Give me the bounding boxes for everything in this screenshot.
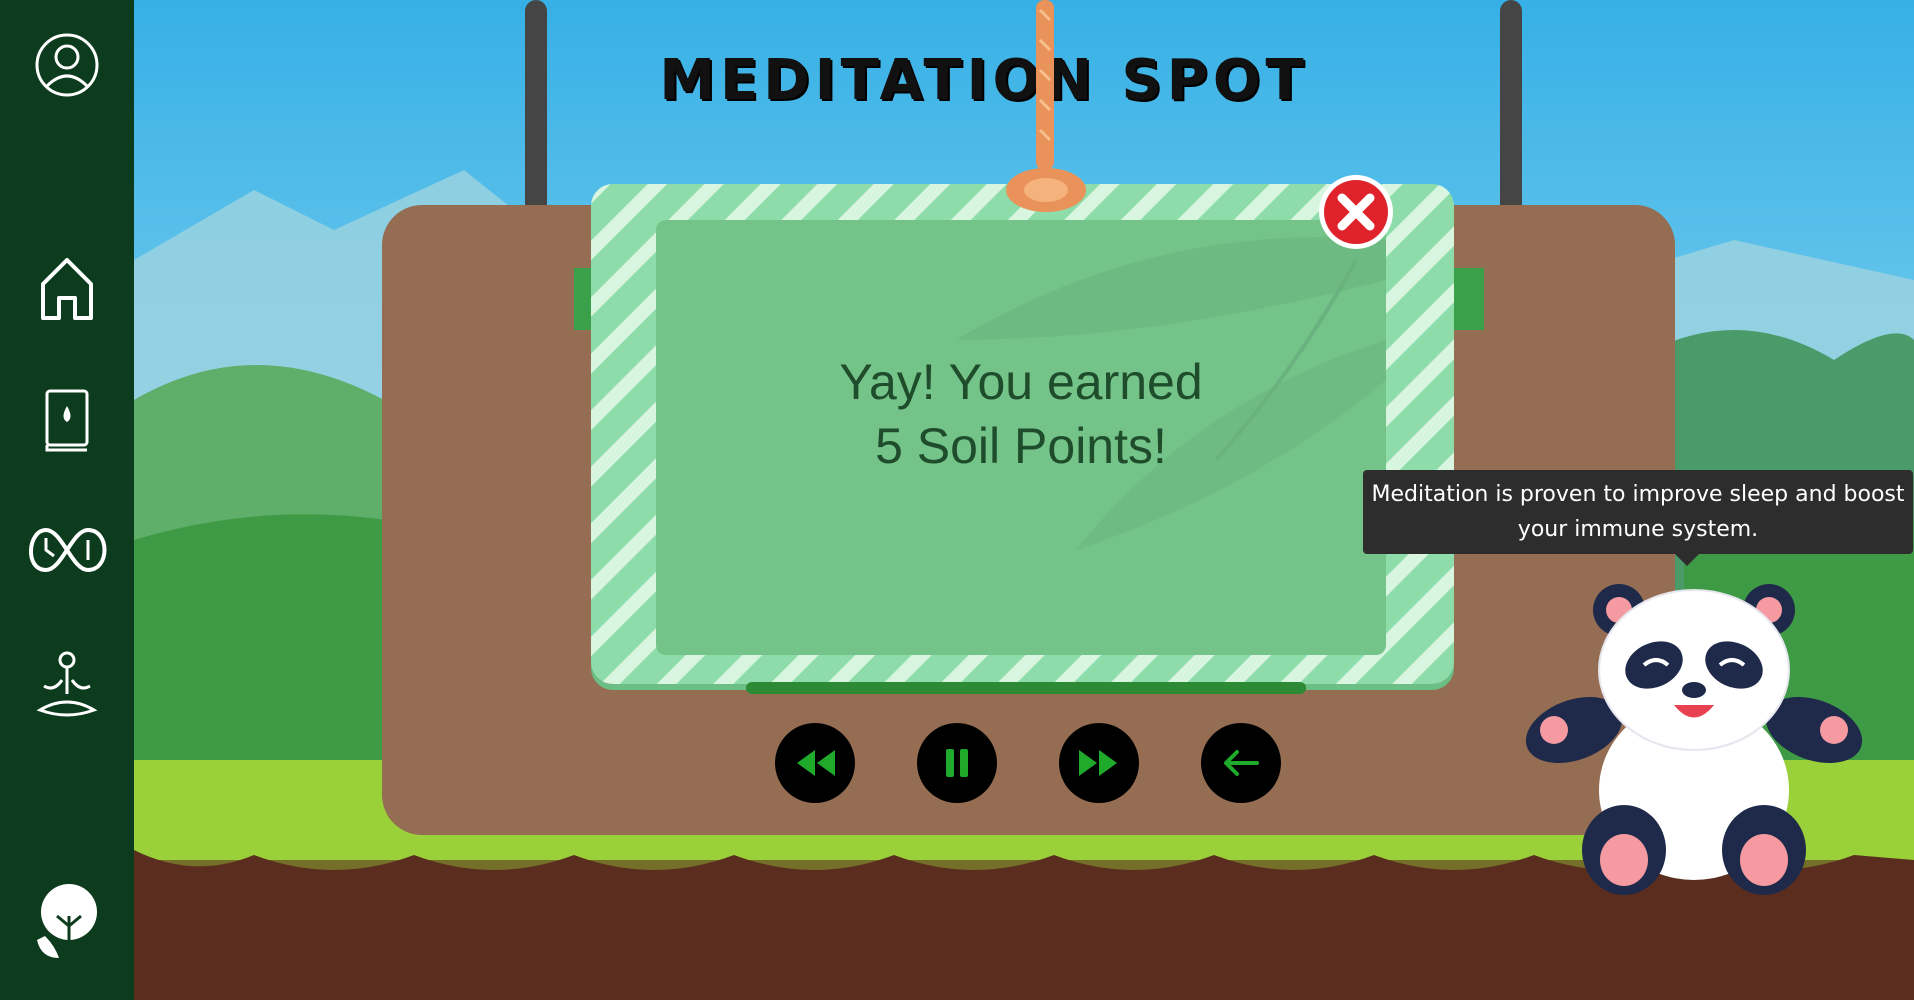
page-title: MEDITATION SPOT — [659, 48, 1309, 113]
fast-forward-icon — [1079, 750, 1117, 776]
reward-message-line1: Yay! You earned — [839, 354, 1203, 410]
tip-tooltip: Meditation is proven to improve sleep an… — [1363, 470, 1913, 566]
tip-text: Meditation is proven to improve sleep an… — [1371, 482, 1905, 542]
panda-mascot-icon — [1525, 584, 1863, 895]
reward-message-line2: 5 Soil Points! — [875, 418, 1167, 474]
tree-head-logo-icon[interactable] — [0, 880, 134, 960]
rope-icon — [1006, 0, 1086, 212]
fast-forward-button[interactable] — [1059, 723, 1139, 803]
sidebar — [0, 0, 134, 1000]
meditation-icon[interactable] — [0, 650, 134, 722]
close-icon — [1319, 175, 1393, 249]
journal-icon[interactable] — [0, 388, 134, 454]
rewind-button[interactable] — [775, 723, 855, 803]
pause-icon — [946, 749, 968, 777]
user-icon[interactable] — [0, 32, 134, 98]
reward-card: Yay! You earned 5 Soil Points! — [656, 220, 1386, 655]
infinity-clock-icon[interactable] — [0, 522, 134, 578]
close-button[interactable] — [1317, 173, 1395, 251]
back-button[interactable] — [1201, 723, 1281, 803]
home-icon[interactable] — [0, 254, 134, 322]
game-scene: MEDITATION SPOT Yay! You earned 5 Soil P… — [134, 0, 1914, 1000]
reward-message: Yay! You earned 5 Soil Points! — [656, 350, 1386, 478]
back-arrow-icon — [1224, 750, 1259, 776]
pause-button[interactable] — [917, 723, 997, 803]
progress-strip — [746, 682, 1306, 694]
rewind-icon — [797, 750, 835, 776]
